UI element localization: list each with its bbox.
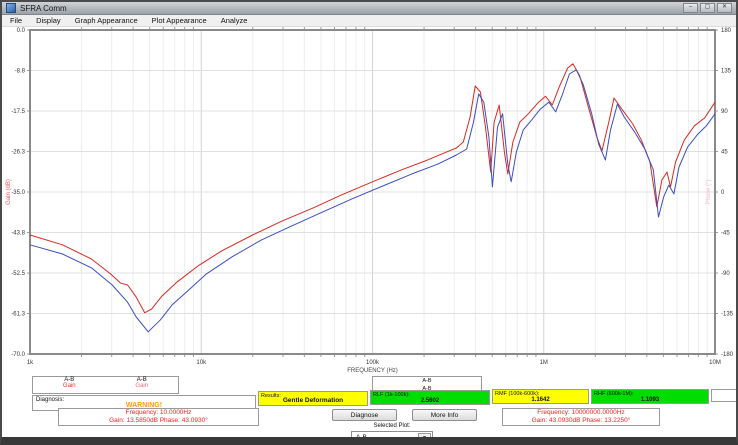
window-title: SFRA Comm <box>20 2 67 15</box>
metric-rhf-value: 1.1093 <box>592 397 708 403</box>
menu-plot-appearance[interactable]: Plot Appearance <box>152 16 207 25</box>
selected-plot-value: A-B <box>356 434 367 441</box>
x-tick-label: 100k <box>366 360 380 366</box>
cursor-left-frequency: Frequency: 10.0000Hz <box>59 409 258 417</box>
metric-rmf-box: RMF (100k-600k): 1.1642 <box>492 389 589 404</box>
x-tick-label: 10M <box>709 360 721 366</box>
x-tick-label: 1k <box>27 360 34 366</box>
x-tick-label: 1M <box>540 360 548 366</box>
cursor-right-gain-phase: Gain: 43.0930dB Phase: 13.2250° <box>503 417 659 425</box>
selected-plot-label: Selected Plot: <box>332 423 452 429</box>
plot-area[interactable] <box>30 30 715 354</box>
metric-rlf-name: RLF (1k-100k): <box>371 391 489 398</box>
chevron-down-icon[interactable]: ▼ <box>418 433 431 444</box>
menu-display[interactable]: Display <box>36 16 61 25</box>
y-left-tick-label: -61.3 <box>11 312 25 318</box>
close-button[interactable]: ✕ <box>717 3 732 13</box>
metric-rhf-box: RHF (600k-1M): 1.1093 <box>591 389 709 404</box>
y-left-axis-title: Gain (dB) <box>6 179 12 205</box>
y-left-tick-label: -26.3 <box>11 150 25 156</box>
y-right-tick-label: 180 <box>721 28 732 34</box>
y-left-tick-label: -70.0 <box>11 352 25 358</box>
active-plot-line-1: A-B <box>373 377 481 385</box>
app-icon <box>6 3 16 13</box>
y-right-tick-label: -45 <box>721 231 730 237</box>
y-right-tick-label: -90 <box>721 271 730 277</box>
sfra-frequency-response-chart: 0.0180-8.8135-17.590-26.345-35.00-43.8-4… <box>2 2 738 438</box>
cursor-readout-left: Frequency: 10.0000Hz Gain: 13.5850dB Pha… <box>58 408 259 426</box>
results-box: Results: Gentle Deformation <box>258 391 368 406</box>
trace-legend-box: A-B Gain A-B Gain <box>32 376 179 394</box>
metric-rhf-name: RHF (600k-1M): <box>592 390 708 397</box>
cursor-right-frequency: Frequency: 10000000.0000Hz <box>503 409 659 417</box>
more-info-button[interactable]: More Info <box>412 409 477 421</box>
y-right-tick-label: 135 <box>721 69 732 75</box>
title-bar[interactable]: SFRA Comm ‒ ▢ ✕ <box>2 2 736 15</box>
metric-rlf-value: 2.5602 <box>371 398 489 404</box>
legend-trace-1: Gain <box>33 383 106 389</box>
y-left-tick-label: -8.8 <box>15 69 26 75</box>
metric-rlf-box: RLF (1k-100k): 2.5602 <box>370 390 490 405</box>
x-tick-label: 10k <box>196 360 207 366</box>
aux-empty-box <box>711 389 738 402</box>
legend-trace-2: Gain <box>106 383 179 389</box>
menu-bar: File Display Graph Appearance Plot Appea… <box>2 15 736 27</box>
maximize-button[interactable]: ▢ <box>700 3 715 13</box>
y-right-tick-label: -135 <box>721 312 734 318</box>
y-right-tick-label: -180 <box>721 352 734 358</box>
metric-rmf-value: 1.1642 <box>493 397 588 403</box>
results-verdict: Gentle Deformation <box>259 397 367 404</box>
menu-file[interactable]: File <box>10 16 22 25</box>
y-left-tick-label: -43.8 <box>11 231 25 237</box>
cursor-readout-right: Frequency: 10000000.0000Hz Gain: 43.0930… <box>502 408 660 426</box>
y-right-tick-label: 45 <box>721 150 728 156</box>
y-left-tick-label: -17.5 <box>11 109 25 115</box>
selected-plot-dropdown[interactable]: A-B ▼ <box>351 431 433 444</box>
y-right-tick-label: 90 <box>721 109 728 115</box>
y-left-tick-label: -35.0 <box>11 190 25 196</box>
menu-graph-appearance[interactable]: Graph Appearance <box>75 16 138 25</box>
menu-analyze[interactable]: Analyze <box>221 16 248 25</box>
cursor-left-gain-phase: Gain: 13.5850dB Phase: 43.0930° <box>59 417 258 425</box>
diagnose-button[interactable]: Diagnose <box>332 409 397 421</box>
metric-rmf-name: RMF (100k-600k): <box>493 390 588 397</box>
y-left-tick-label: 0.0 <box>17 28 26 34</box>
x-axis-title: FREQUENCY (Hz) <box>347 368 398 374</box>
minimize-button[interactable]: ‒ <box>683 3 698 13</box>
y-left-tick-label: -52.5 <box>11 271 25 277</box>
app-window: 0.0180-8.8135-17.590-26.345-35.00-43.8-4… <box>0 0 738 445</box>
